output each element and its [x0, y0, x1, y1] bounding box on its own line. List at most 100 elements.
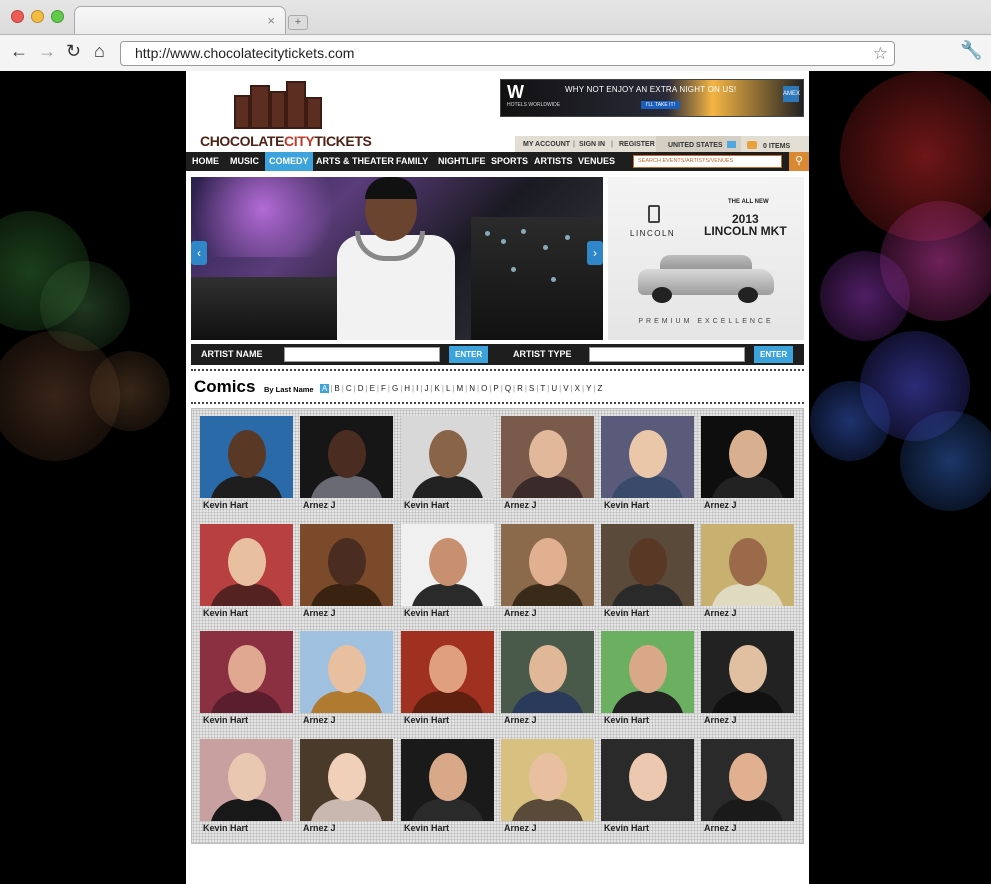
comic-photo[interactable]: [401, 416, 494, 498]
comic-card[interactable]: Arnez J: [300, 631, 393, 727]
ad-cta-button[interactable]: I'LL TAKE IT!: [641, 101, 680, 109]
comic-name[interactable]: Arnez J: [303, 715, 336, 725]
letter-filter-u[interactable]: U: [550, 384, 558, 393]
wrench-icon[interactable]: 🔧: [960, 40, 982, 61]
comic-card[interactable]: Kevin Hart: [200, 739, 293, 835]
comic-card[interactable]: Kevin Hart: [601, 524, 694, 620]
comic-card[interactable]: Arnez J: [701, 416, 794, 512]
comic-card[interactable]: Kevin Hart: [601, 631, 694, 727]
letter-filter-e[interactable]: E: [369, 384, 376, 393]
letter-filter-q[interactable]: Q: [504, 384, 512, 393]
comic-name[interactable]: Kevin Hart: [604, 715, 649, 725]
comic-card[interactable]: Arnez J: [501, 631, 594, 727]
letter-filter-g[interactable]: G: [391, 384, 399, 393]
comic-photo[interactable]: [300, 416, 393, 498]
close-tab-icon[interactable]: ×: [267, 13, 275, 28]
minimize-window-button[interactable]: [31, 10, 44, 23]
lincoln-side-ad[interactable]: THE ALL NEW 2013 LINCOLN MKT LINCOLN PRE…: [608, 177, 804, 340]
comic-card[interactable]: Kevin Hart: [601, 739, 694, 835]
hero-slideshow[interactable]: ‹ ›: [191, 177, 603, 340]
comic-name[interactable]: Arnez J: [303, 500, 336, 510]
home-icon[interactable]: ⌂: [94, 41, 105, 61]
nav-comedy[interactable]: COMEDY: [265, 152, 313, 171]
comic-photo[interactable]: [701, 739, 794, 821]
browser-tab[interactable]: ×: [74, 6, 286, 34]
comic-photo[interactable]: [601, 524, 694, 606]
nav-home[interactable]: HOME: [192, 152, 219, 171]
zoom-window-button[interactable]: [51, 10, 64, 23]
letter-filter-r[interactable]: R: [516, 384, 524, 393]
letter-filter-m[interactable]: M: [455, 384, 464, 393]
letter-filter-t[interactable]: T: [539, 384, 546, 393]
search-icon[interactable]: ⚲: [789, 152, 809, 171]
reload-icon[interactable]: ↻: [66, 41, 81, 61]
comic-photo[interactable]: [701, 416, 794, 498]
comic-card[interactable]: Kevin Hart: [401, 631, 494, 727]
comic-name[interactable]: Arnez J: [704, 608, 737, 618]
country-selector[interactable]: UNITED STATES: [656, 136, 741, 153]
comic-photo[interactable]: [300, 524, 393, 606]
nav-music[interactable]: MUSIC: [230, 152, 259, 171]
nav-artists[interactable]: ARTISTS: [534, 152, 573, 171]
letter-filter-b[interactable]: B: [333, 384, 340, 393]
comic-photo[interactable]: [200, 416, 293, 498]
letter-filter-x[interactable]: X: [574, 384, 581, 393]
comic-name[interactable]: Arnez J: [704, 500, 737, 510]
nav-nightlife[interactable]: NIGHTLIFE: [438, 152, 486, 171]
comic-name[interactable]: Arnez J: [704, 823, 737, 833]
comic-card[interactable]: Arnez J: [501, 416, 594, 512]
comic-photo[interactable]: [401, 631, 494, 713]
letter-filter-k[interactable]: K: [434, 384, 441, 393]
w-hotels-banner-ad[interactable]: W HOTELS WORLDWIDE WHY NOT ENJOY AN EXTR…: [500, 79, 804, 117]
comic-card[interactable]: Kevin Hart: [401, 416, 494, 512]
comic-photo[interactable]: [200, 631, 293, 713]
comic-card[interactable]: Kevin Hart: [200, 416, 293, 512]
comic-card[interactable]: Arnez J: [300, 739, 393, 835]
letter-filter-d[interactable]: D: [357, 384, 365, 393]
comic-name[interactable]: Kevin Hart: [604, 608, 649, 618]
comic-photo[interactable]: [200, 524, 293, 606]
comic-card[interactable]: Arnez J: [501, 739, 594, 835]
comic-name[interactable]: Kevin Hart: [203, 823, 248, 833]
comic-photo[interactable]: [701, 631, 794, 713]
letter-filter-v[interactable]: V: [562, 384, 569, 393]
letter-filter-o[interactable]: O: [480, 384, 488, 393]
register-link[interactable]: REGISTER: [619, 141, 655, 148]
nav-venues[interactable]: VENUES: [578, 152, 615, 171]
my-account-link[interactable]: MY ACCOUNT: [523, 141, 570, 148]
forward-arrow-icon[interactable]: →: [38, 41, 56, 61]
close-window-button[interactable]: [11, 10, 24, 23]
letter-filter-a[interactable]: A: [320, 384, 330, 393]
nav-family[interactable]: FAMILY: [396, 152, 428, 171]
comic-name[interactable]: Kevin Hart: [404, 823, 449, 833]
letter-filter-h[interactable]: H: [403, 384, 411, 393]
comic-photo[interactable]: [300, 739, 393, 821]
comic-photo[interactable]: [401, 739, 494, 821]
comic-card[interactable]: Arnez J: [300, 524, 393, 620]
comic-card[interactable]: Kevin Hart: [200, 631, 293, 727]
site-search-input[interactable]: SEARCH EVENTS/ARTISTS/VENUES: [633, 155, 782, 168]
letter-filter-c[interactable]: C: [345, 384, 353, 393]
comic-photo[interactable]: [501, 739, 594, 821]
letter-filter-f[interactable]: F: [380, 384, 387, 393]
comic-photo[interactable]: [200, 739, 293, 821]
new-tab-button[interactable]: +: [288, 15, 308, 30]
artist-type-input[interactable]: [589, 347, 745, 362]
comic-card[interactable]: Kevin Hart: [401, 524, 494, 620]
letter-filter-y[interactable]: Y: [585, 384, 592, 393]
nav-sports[interactable]: SPORTS: [491, 152, 528, 171]
artist-type-enter-button[interactable]: ENTER: [754, 346, 794, 363]
comic-photo[interactable]: [501, 416, 594, 498]
artist-name-input[interactable]: [284, 347, 440, 362]
comic-card[interactable]: Arnez J: [701, 524, 794, 620]
comic-name[interactable]: Arnez J: [303, 608, 336, 618]
letter-filter-n[interactable]: N: [468, 384, 476, 393]
sign-in-link[interactable]: SIGN IN: [579, 141, 605, 148]
comic-name[interactable]: Arnez J: [504, 823, 537, 833]
bookmark-star-icon[interactable]: ☆: [873, 42, 888, 65]
site-logo[interactable]: CHOCOLATECITYTICKETS: [200, 77, 372, 155]
letter-filter-p[interactable]: P: [492, 384, 499, 393]
letter-filter-z[interactable]: Z: [597, 384, 604, 393]
comic-name[interactable]: Arnez J: [704, 715, 737, 725]
comic-card[interactable]: Arnez J: [701, 739, 794, 835]
